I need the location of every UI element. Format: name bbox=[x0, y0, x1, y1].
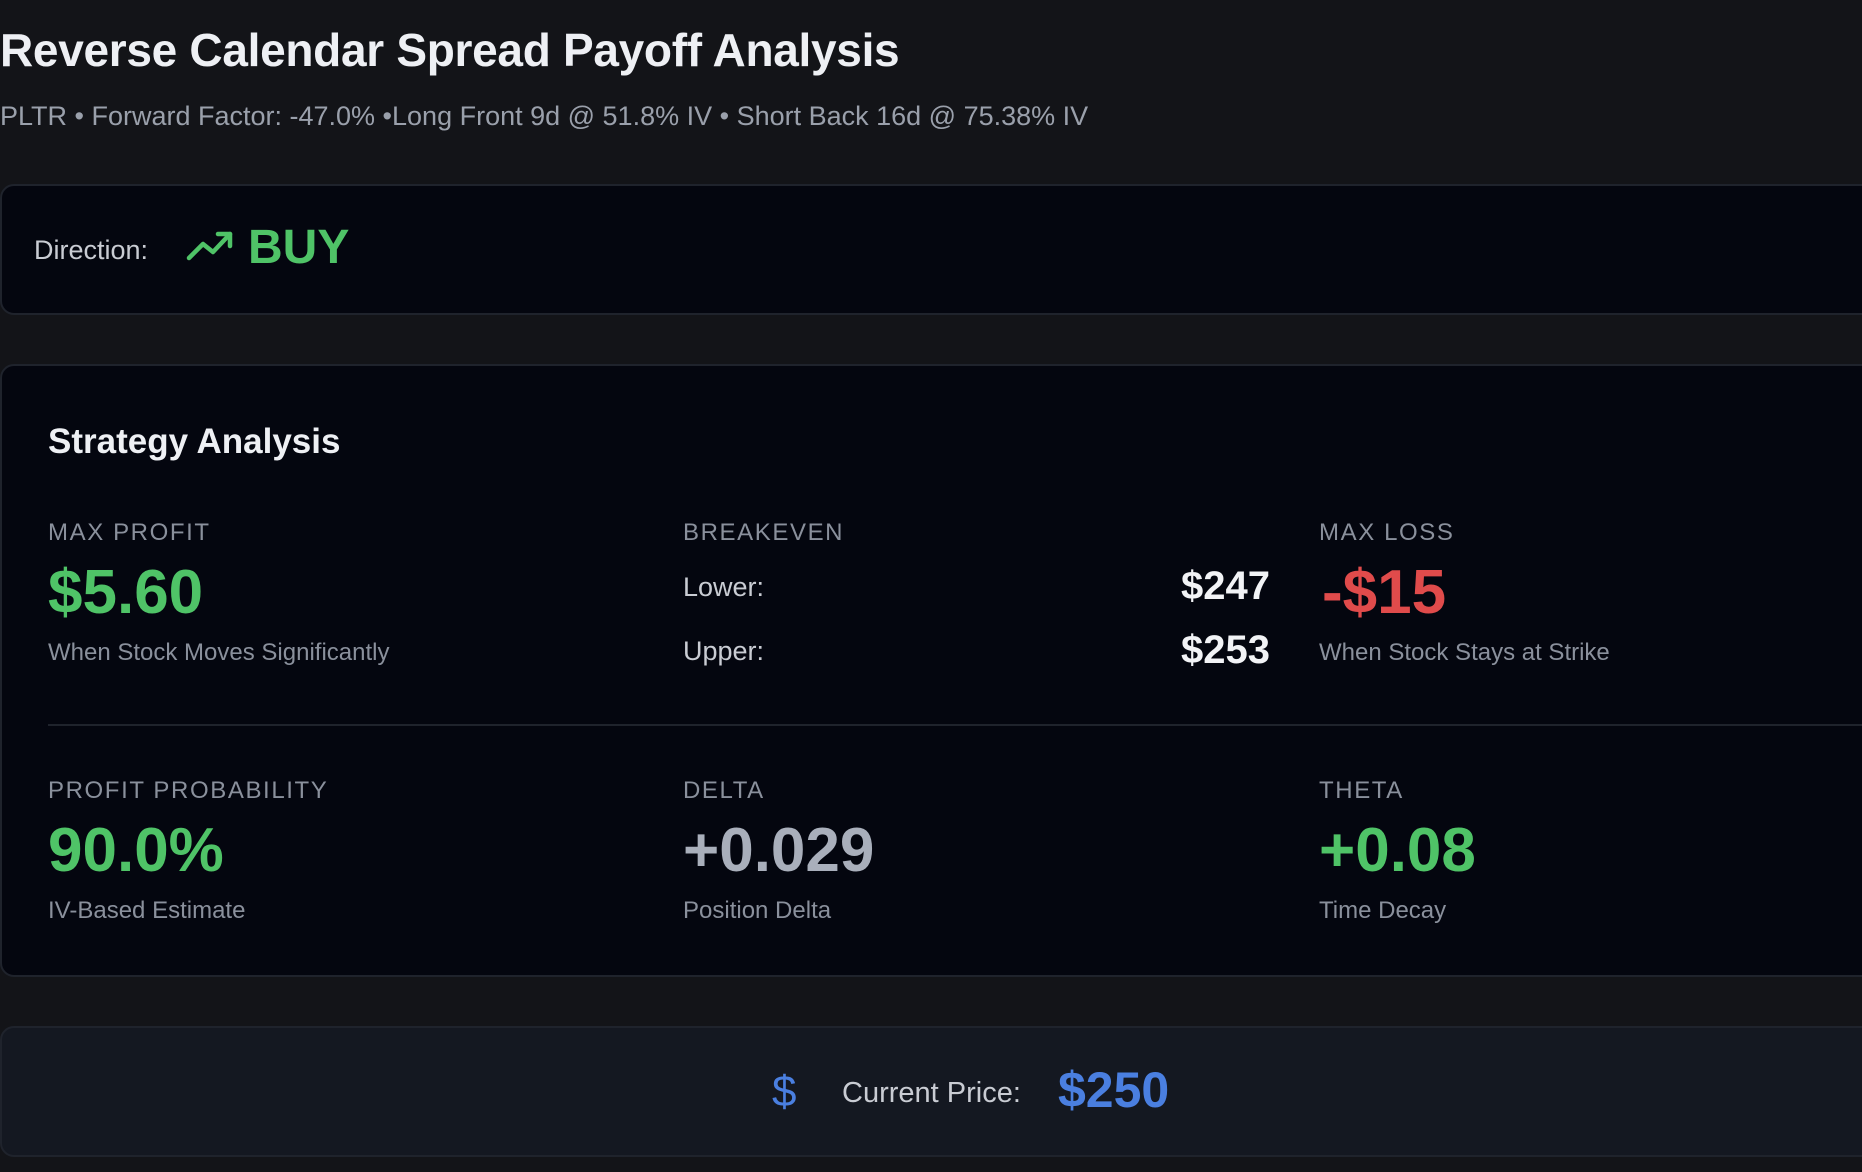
breakeven-lower-label: Lower: bbox=[683, 572, 765, 602]
max-profit-label: MAX PROFIT bbox=[48, 519, 211, 546]
breakeven-upper-label: Upper: bbox=[683, 636, 765, 666]
page-header: Reverse Calendar Spread Payoff Analysis bbox=[0, 22, 900, 78]
strategy-analysis-title: Strategy Analysis bbox=[48, 422, 341, 461]
max-loss-value: -$15 bbox=[1322, 558, 1447, 627]
profit-probability-label: PROFIT PROBABILITY bbox=[48, 777, 329, 804]
delta-value: +0.029 bbox=[683, 816, 875, 885]
max-profit-note: When Stock Moves Significantly bbox=[48, 639, 390, 666]
max-loss-label: MAX LOSS bbox=[1319, 519, 1455, 546]
delta-label: DELTA bbox=[683, 777, 765, 804]
current-price-label: Current Price: bbox=[842, 1077, 1021, 1109]
breakeven-lower-value: $247 bbox=[1181, 564, 1270, 608]
breakeven-label: BREAKEVEN bbox=[683, 519, 845, 546]
dollar-icon: $ bbox=[772, 1067, 797, 1116]
profit-probability-note: IV-Based Estimate bbox=[48, 897, 246, 924]
max-loss-note: When Stock Stays at Strike bbox=[1319, 639, 1610, 666]
theta-value: +0.08 bbox=[1319, 816, 1476, 885]
delta-note: Position Delta bbox=[683, 897, 832, 924]
profit-probability-value: 90.0% bbox=[48, 816, 224, 885]
page: Reverse Calendar Spread Payoff Analysis … bbox=[0, 0, 1862, 1172]
direction-value: BUY bbox=[248, 221, 350, 274]
direction-label: Direction: bbox=[34, 235, 149, 265]
current-price-value: $250 bbox=[1058, 1062, 1170, 1118]
theta-note: Time Decay bbox=[1319, 897, 1447, 924]
max-profit-value: $5.60 bbox=[48, 558, 204, 627]
theta-label: THETA bbox=[1319, 777, 1404, 804]
page-title: Reverse Calendar Spread Payoff Analysis bbox=[0, 24, 900, 76]
trending-up-icon bbox=[186, 228, 234, 267]
metrics-divider bbox=[48, 724, 1862, 726]
page-subtitle: PLTR • Forward Factor: -47.0% •Long Fron… bbox=[0, 101, 1089, 131]
breakeven-upper-value: $253 bbox=[1181, 628, 1270, 672]
